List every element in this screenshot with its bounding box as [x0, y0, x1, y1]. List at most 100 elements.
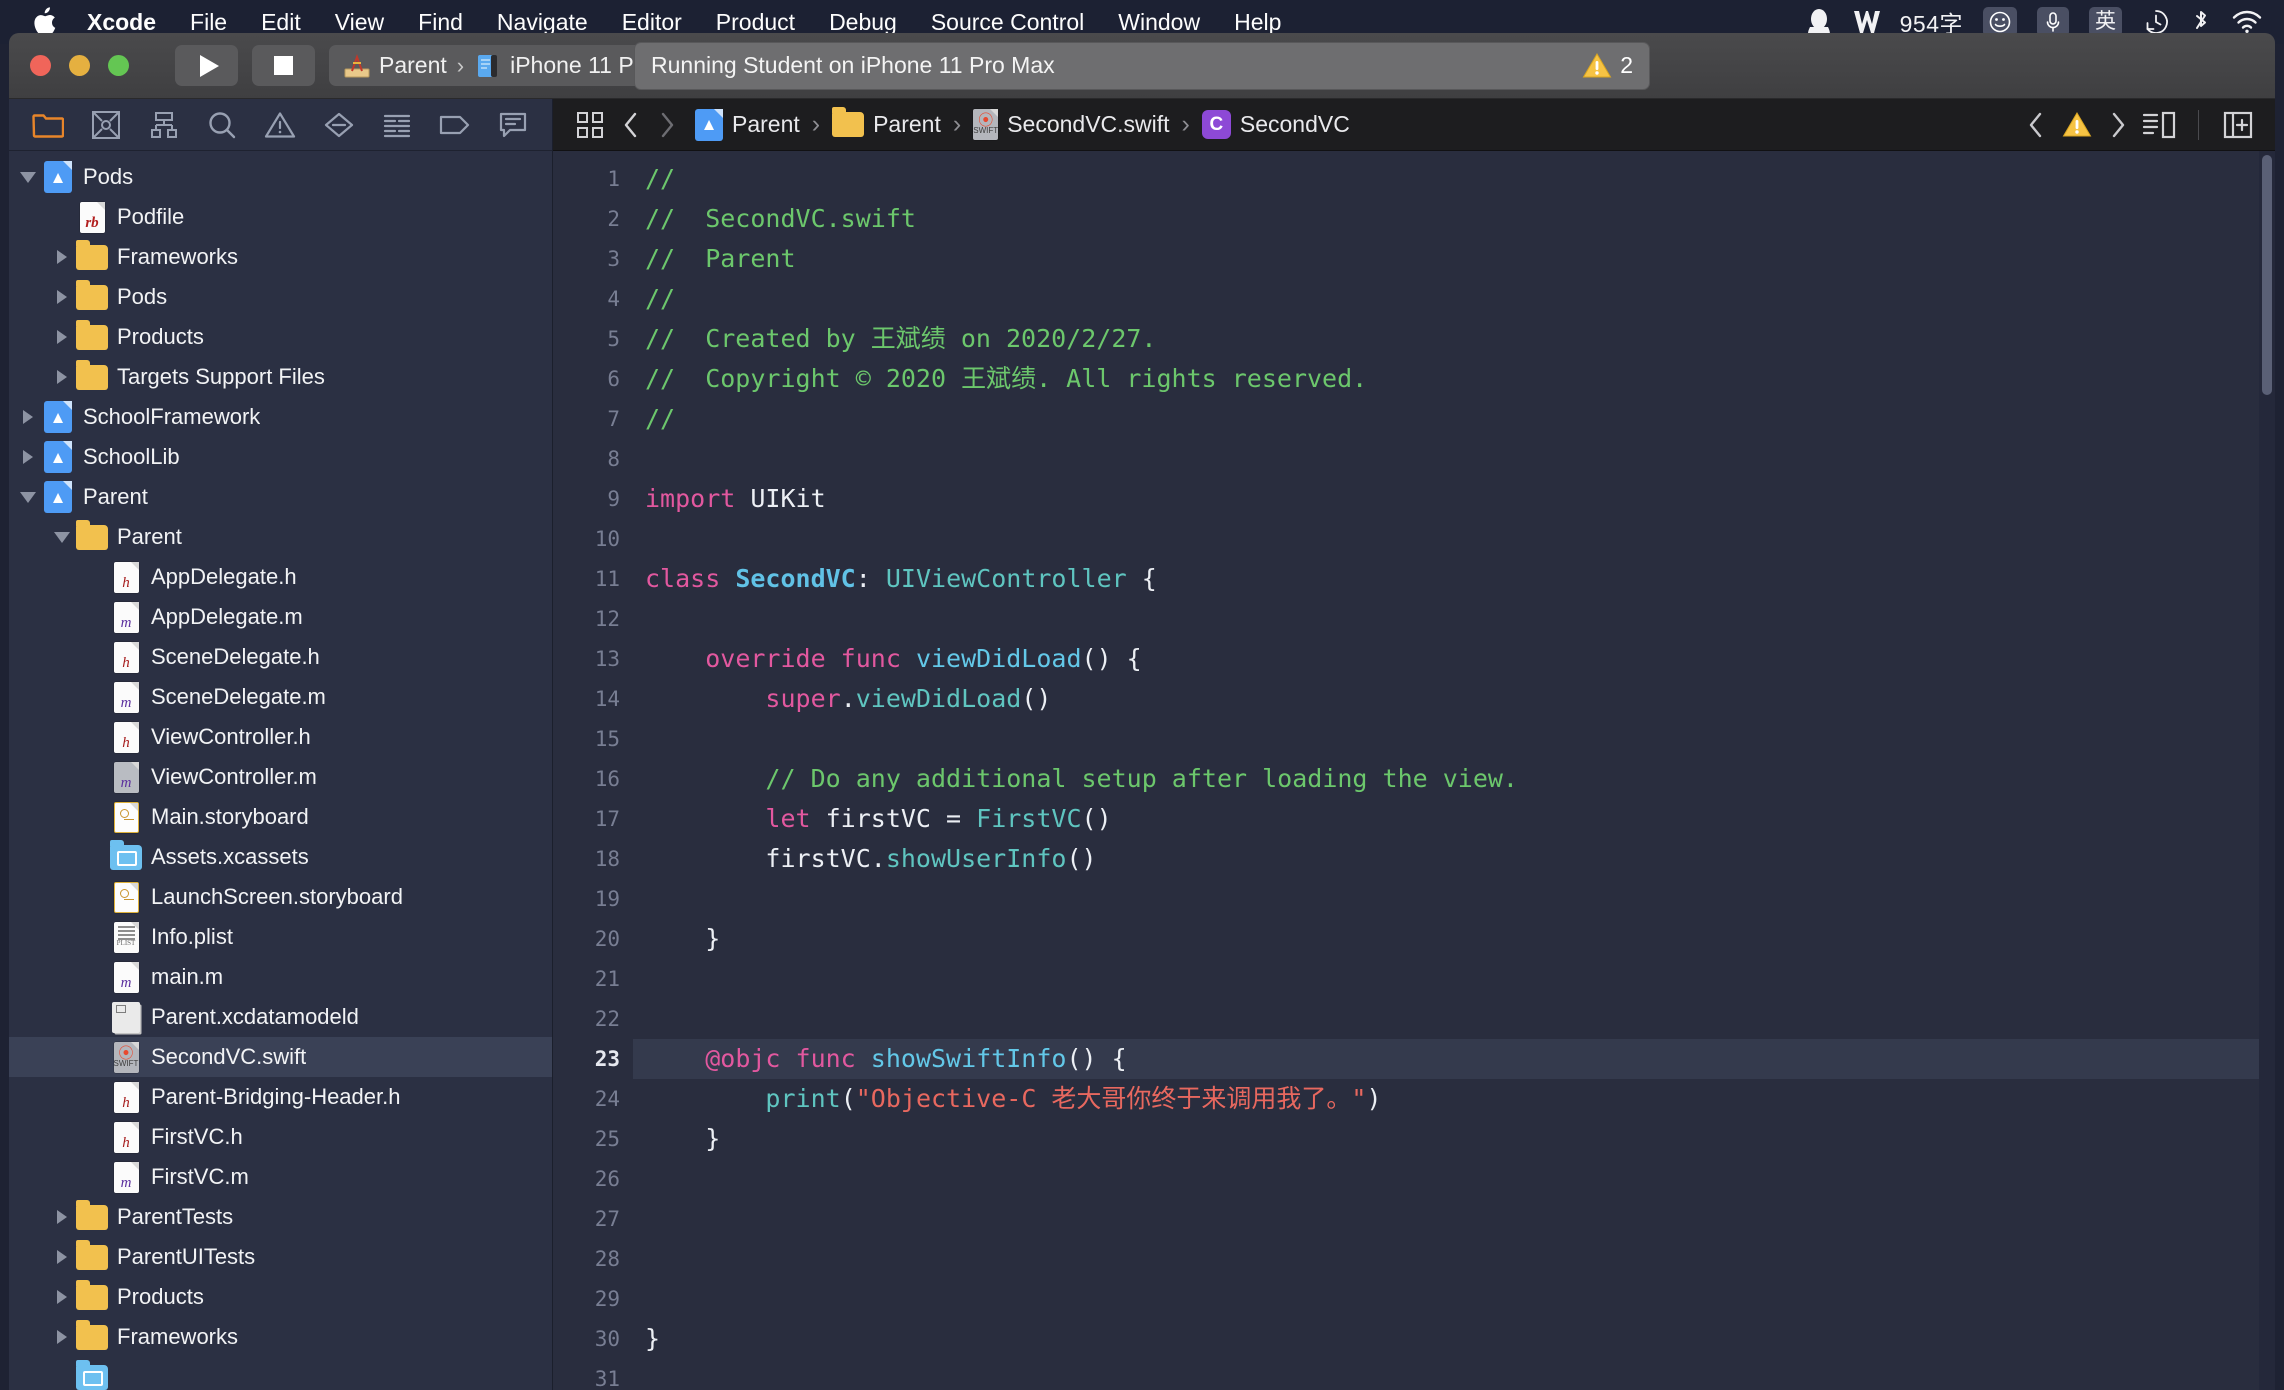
code-line[interactable] — [633, 719, 2275, 759]
disclosure-triangle[interactable] — [83, 797, 109, 837]
disclosure-triangle[interactable] — [83, 637, 109, 677]
list-item[interactable]: m FirstVC.m — [9, 1157, 552, 1197]
list-item[interactable]: m SceneDelegate.m — [9, 677, 552, 717]
disclosure-triangle[interactable] — [83, 597, 109, 637]
breadcrumb-item-project[interactable]: ▲ Parent — [695, 108, 800, 141]
time-machine-icon[interactable] — [2142, 8, 2170, 36]
add-editor-icon[interactable] — [2215, 111, 2261, 139]
code-line[interactable]: override func viewDidLoad() { — [633, 639, 2275, 679]
code-line[interactable]: firstVC.showUserInfo() — [633, 839, 2275, 879]
sidebar-item-debug-navigator[interactable] — [484, 103, 542, 147]
list-item[interactable]: h SceneDelegate.h — [9, 637, 552, 677]
navigate-forward-button[interactable] — [649, 112, 685, 138]
disclosure-triangle-closed[interactable] — [49, 1237, 75, 1277]
bluetooth-icon[interactable] — [2190, 8, 2212, 36]
code-line[interactable] — [633, 879, 2275, 919]
navigate-back-button[interactable] — [613, 112, 649, 138]
disclosure-triangle[interactable] — [83, 1157, 109, 1197]
disclosure-triangle[interactable] — [83, 1037, 109, 1077]
code-line[interactable] — [633, 999, 2275, 1039]
list-item[interactable]: Parent — [9, 517, 552, 557]
list-item[interactable]: ▲ SchoolLib — [9, 437, 552, 477]
code-line[interactable]: super.viewDidLoad() — [633, 679, 2275, 719]
code-editor[interactable]: 1 2 3 4 5 6 7 8 9 10 11 12 13 14 15 16 17 18 19 20 21 22 23 24 2… — [553, 151, 2275, 1390]
activity-issues[interactable]: 2 — [1582, 52, 1633, 79]
stop-button[interactable] — [252, 45, 315, 86]
code-line[interactable]: // — [633, 399, 2275, 439]
minimize-button[interactable] — [69, 55, 90, 76]
sidebar-item-find-navigator[interactable] — [193, 103, 251, 147]
list-item[interactable]: ▲ Parent — [9, 477, 552, 517]
code-line[interactable]: // — [633, 279, 2275, 319]
wifi-icon[interactable] — [2232, 10, 2262, 34]
disclosure-triangle-closed[interactable] — [49, 317, 75, 357]
code-line[interactable] — [633, 439, 2275, 479]
list-item[interactable]: m main.m — [9, 957, 552, 997]
code-line[interactable] — [633, 959, 2275, 999]
list-item[interactable]: h FirstVC.h — [9, 1117, 552, 1157]
list-item[interactable]: ParentTests — [9, 1197, 552, 1237]
code-line[interactable] — [633, 1279, 2275, 1319]
list-item[interactable]: Pods — [9, 277, 552, 317]
sidebar-item-report-navigator[interactable] — [368, 103, 426, 147]
disclosure-triangle-closed[interactable] — [49, 237, 75, 277]
code-line[interactable]: // — [633, 159, 2275, 199]
next-issue-button[interactable] — [2100, 112, 2136, 138]
list-item[interactable]: rb Podfile — [9, 197, 552, 237]
code-line[interactable]: // Do any additional setup after loading… — [633, 759, 2275, 799]
code-line[interactable]: } — [633, 919, 2275, 959]
disclosure-triangle-closed[interactable] — [49, 357, 75, 397]
sidebar-item-breakpoint-navigator[interactable] — [426, 103, 484, 147]
list-item[interactable]: h AppDelegate.h — [9, 557, 552, 597]
disclosure-triangle[interactable] — [83, 877, 109, 917]
sidebar-item-source-control-navigator[interactable] — [77, 103, 135, 147]
disclosure-triangle[interactable] — [49, 1357, 75, 1390]
assistant-editor-icon[interactable] — [2136, 111, 2182, 139]
code-line[interactable]: class SecondVC: UIViewController { — [633, 559, 2275, 599]
disclosure-triangle[interactable] — [83, 957, 109, 997]
breadcrumb-item-file[interactable]: ⦿ SWIFT SecondVC.swift — [973, 109, 1170, 140]
list-item[interactable]: Parent.xcdatamodeld — [9, 997, 552, 1037]
disclosure-triangle-closed[interactable] — [15, 437, 41, 477]
code-line[interactable] — [633, 1359, 2275, 1390]
list-item[interactable]: m ViewController.m — [9, 757, 552, 797]
code-line[interactable] — [633, 1159, 2275, 1199]
breadcrumb-item-group[interactable]: Parent — [832, 107, 941, 138]
youdao-w-icon[interactable] — [1852, 8, 1880, 36]
list-item[interactable]: ▲ SchoolFramework — [9, 397, 552, 437]
list-item[interactable]: Assets.xcassets — [9, 837, 552, 877]
disclosure-triangle-closed[interactable] — [49, 277, 75, 317]
list-item[interactable] — [9, 1357, 552, 1390]
code-line[interactable]: // Copyright © 2020 王斌绩. All rights rese… — [633, 359, 2275, 399]
disclosure-triangle[interactable] — [83, 757, 109, 797]
disclosure-triangle[interactable] — [83, 997, 109, 1037]
sidebar-item-symbol-navigator[interactable] — [135, 103, 193, 147]
disclosure-triangle[interactable] — [83, 717, 109, 757]
disclosure-triangle[interactable] — [83, 1077, 109, 1117]
disclosure-triangle-closed[interactable] — [49, 1277, 75, 1317]
related-items-grid-icon[interactable] — [567, 111, 613, 138]
list-item[interactable]: Products — [9, 317, 552, 357]
code-line[interactable]: print("Objective-C 老大哥你终于来调用我了。") — [633, 1079, 2275, 1119]
list-item[interactable]: Frameworks — [9, 237, 552, 277]
list-item[interactable]: Products — [9, 1277, 552, 1317]
code-line[interactable]: } — [633, 1119, 2275, 1159]
previous-issue-button[interactable] — [2018, 112, 2054, 138]
code-line[interactable] — [633, 599, 2275, 639]
source-code[interactable]: // // SecondVC.swift // Parent // // Created… — [633, 151, 2275, 1390]
breadcrumb-item-symbol[interactable]: C SecondVC — [1201, 110, 1350, 139]
disclosure-triangle[interactable] — [83, 677, 109, 717]
disclosure-triangle-closed[interactable] — [49, 1317, 75, 1357]
disclosure-triangle-closed[interactable] — [15, 397, 41, 437]
disclosure-triangle[interactable] — [83, 917, 109, 957]
list-item[interactable]: h ViewController.h — [9, 717, 552, 757]
sidebar-item-project-navigator[interactable] — [19, 103, 77, 147]
list-item[interactable]: ParentUITests — [9, 1237, 552, 1277]
editor-scrollbar-thumb[interactable] — [2262, 155, 2272, 395]
disclosure-triangle[interactable] — [83, 1117, 109, 1157]
list-item[interactable]: Main.storyboard — [9, 797, 552, 837]
disclosure-triangle-open[interactable] — [15, 477, 41, 517]
list-item[interactable]: ▲ Pods — [9, 157, 552, 197]
sidebar-item-issue-navigator[interactable] — [251, 103, 309, 147]
code-line[interactable] — [633, 519, 2275, 559]
